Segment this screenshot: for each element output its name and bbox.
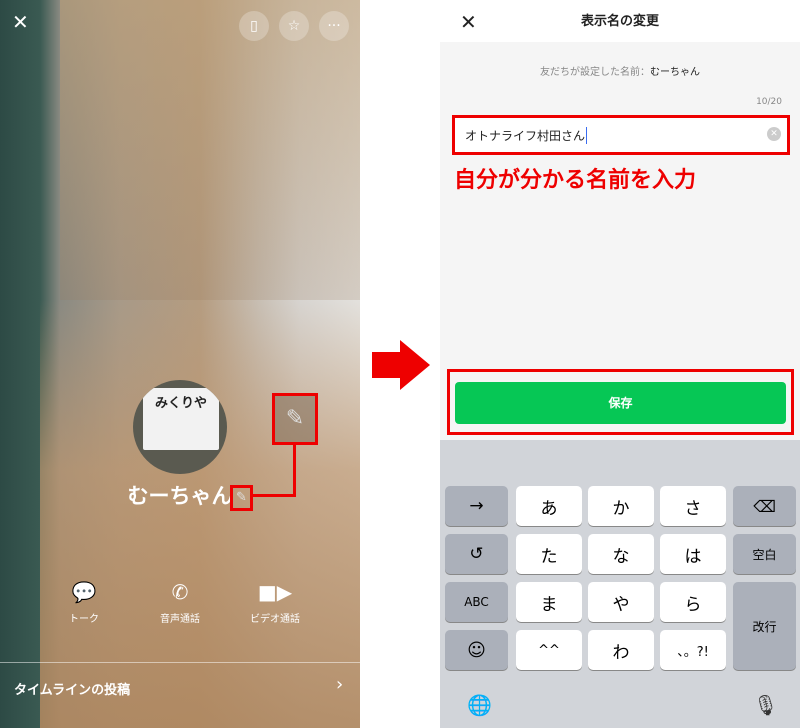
globe-icon[interactable]: 🌐 [467,693,492,717]
key[interactable]: ま [516,582,582,622]
key-arrow[interactable]: → [445,486,508,526]
phone-icon: ✆ [171,580,189,604]
microphone-icon[interactable]: 🎙 [753,693,778,717]
key[interactable]: や [588,582,654,622]
save-button[interactable]: 保存 [455,382,786,424]
char-counter: 10/20 [756,97,782,107]
action-talk[interactable]: 💬 トーク [44,580,124,625]
page-title: 表示名の変更 [580,14,659,29]
chevron-right-icon: › [336,674,344,695]
emoji-key[interactable]: ☺ [445,630,508,670]
space-key[interactable]: 空白 [733,534,796,574]
undo-key[interactable]: ↺ [445,534,508,574]
change-name-screen: 表示名の変更 ✕ 友だちが設定した名前：むーちゃん 10/20 オトナライフ村田… [440,0,800,728]
background-photo [60,0,360,300]
backspace-key[interactable]: ⌫ [733,486,796,526]
keyboard: → あ か さ ⌫ ↺ た な は 空白 ABC ま や ら 改行 ☺ ^^ わ… [440,440,800,728]
display-name-input[interactable]: オトナライフ村田さん ✕ [452,115,790,155]
edit-pencil-icon-enlarged: ✎ [272,393,318,445]
chat-bubble-icon: 💬 [71,580,97,604]
input-value: オトナライフ村田さん [465,127,588,144]
action-label: トーク [69,614,99,625]
close-icon[interactable]: ✕ [12,10,29,34]
edit-name-pencil-icon[interactable]: ✎ [230,485,253,511]
close-icon[interactable]: ✕ [460,10,477,34]
profile-screen: ✕ ▯ ☆ ··· みくりや ✎ むーちゃん ✎ 💬 トーク ✆ 音声通話 ■▶ ビデ… [0,0,360,728]
key[interactable]: か [588,486,654,526]
key[interactable]: ^^ [516,630,582,670]
profile-name: むーちゃん [127,484,233,508]
key[interactable]: さ [660,486,726,526]
timeline-row[interactable]: タイムラインの投稿 › [0,663,360,713]
clear-icon[interactable]: ✕ [767,127,781,141]
key[interactable]: あ [516,486,582,526]
avatar[interactable]: みくりや [133,380,227,474]
key[interactable]: た [516,534,582,574]
header: 表示名の変更 [440,0,800,42]
key[interactable]: 、。?! [660,630,726,670]
annotation-text: 自分が分かる名前を入力 [454,168,697,193]
action-label: ビデオ通話 [250,614,300,625]
friend-set-name: 友だちが設定した名前：むーちゃん [440,63,800,78]
action-voice-call[interactable]: ✆ 音声通話 [140,580,220,625]
video-camera-icon: ■▶ [257,580,293,604]
action-label: 音声通話 [160,614,200,625]
friend-set-label: 友だちが設定した名前： [540,67,650,78]
key[interactable]: は [660,534,726,574]
avatar-sign: みくりや [143,388,219,450]
friend-set-value: むーちゃん [650,67,700,78]
key[interactable]: ら [660,582,726,622]
abc-key[interactable]: ABC [445,582,508,622]
action-video-call[interactable]: ■▶ ビデオ通話 [235,580,315,625]
return-key[interactable]: 改行 [733,582,796,670]
key[interactable]: わ [588,630,654,670]
more-icon[interactable]: ··· [319,11,349,41]
star-icon[interactable]: ☆ [279,11,309,41]
key[interactable]: な [588,534,654,574]
timeline-label: タイムラインの投稿 [14,683,131,698]
gift-icon[interactable]: ▯ [239,11,269,41]
